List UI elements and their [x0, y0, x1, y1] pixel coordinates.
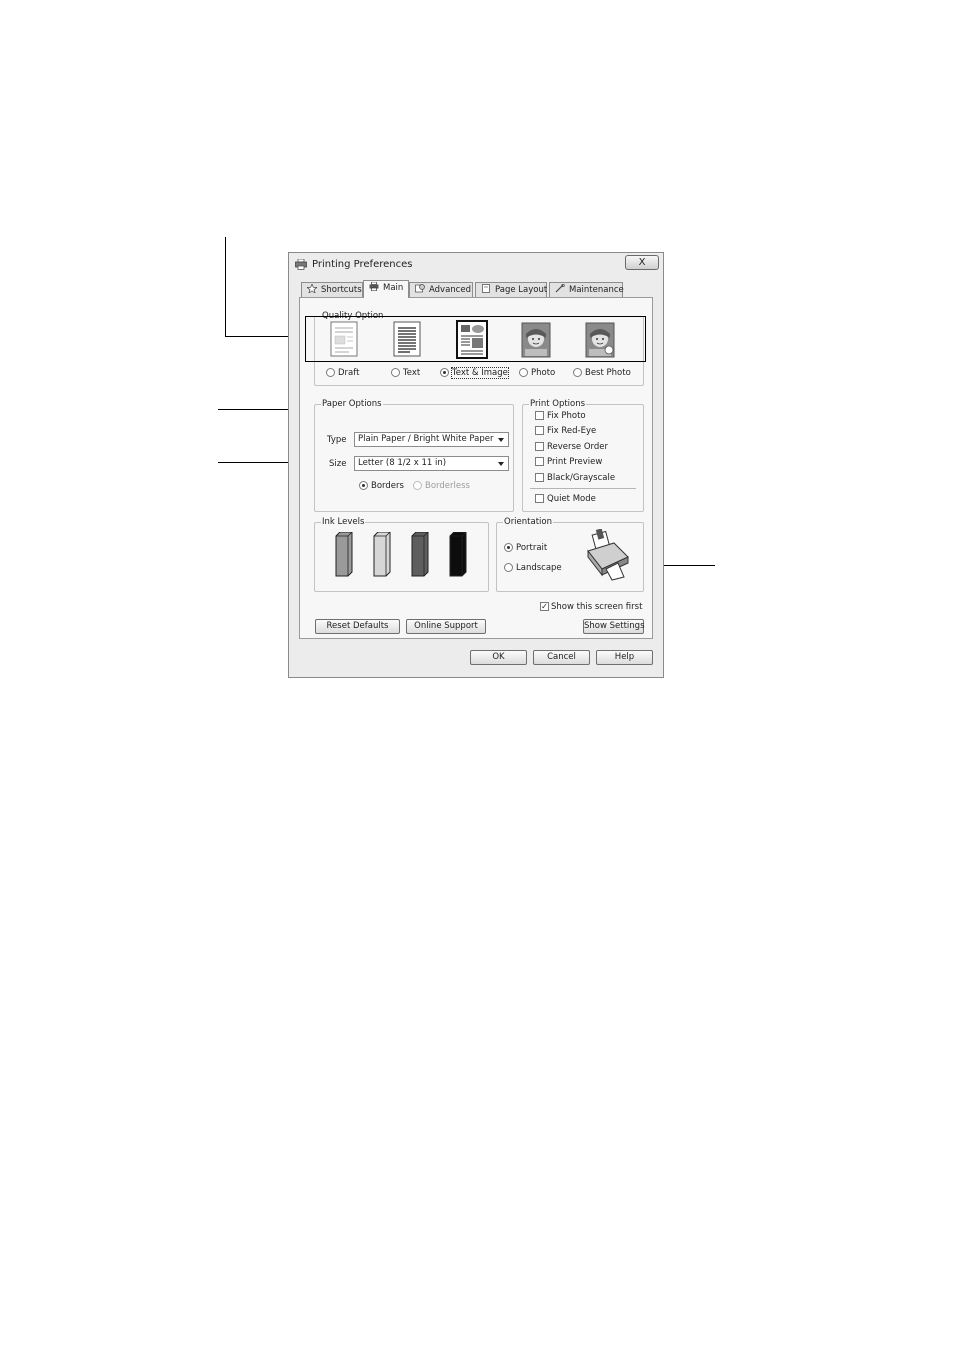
- checkbox-black-grayscale-label: Black/Grayscale: [547, 473, 616, 483]
- ink-cartridge: [449, 532, 467, 577]
- radio-text-label: Text: [403, 368, 421, 378]
- orientation-label: Orientation: [503, 517, 553, 527]
- ok-button[interactable]: OK: [470, 650, 527, 665]
- checkbox-print-preview-label: Print Preview: [547, 457, 603, 467]
- radio-landscape-label: Landscape: [516, 563, 562, 573]
- help-button[interactable]: Help: [596, 650, 653, 665]
- radio-borderless[interactable]: [413, 481, 422, 490]
- tab-advanced-label: Advanced: [429, 285, 471, 295]
- tab-maintenance[interactable]: Maintenance: [549, 282, 624, 297]
- checkbox-fix-red-eye-label: Fix Red-Eye: [547, 426, 597, 436]
- maintenance-icon: [555, 284, 565, 293]
- paper-size-select[interactable]: Letter (8 1/2 x 11 in): [354, 456, 509, 471]
- radio-photo-label: Photo: [531, 368, 556, 378]
- radio-best-photo[interactable]: [573, 368, 582, 377]
- close-button[interactable]: X: [625, 255, 659, 270]
- paper-type-value: Plain Paper / Bright White Paper: [358, 434, 494, 444]
- shortcuts-star-icon: [307, 284, 317, 293]
- printer-icon: [369, 282, 379, 291]
- radio-text-image[interactable]: [440, 368, 449, 377]
- ink-cartridge: [373, 532, 391, 577]
- radio-borders[interactable]: [359, 481, 368, 490]
- main-tab-panel: Quality Option Draft Text Text & Image P…: [299, 297, 653, 639]
- show-settings-button[interactable]: Show Settings: [583, 619, 645, 634]
- radio-draft[interactable]: [326, 368, 335, 377]
- callout-line-quality-vertical: [225, 237, 226, 337]
- page-layout-icon: [482, 284, 490, 293]
- checkbox-black-grayscale[interactable]: [535, 473, 544, 482]
- best-photo-quality-icon[interactable]: [585, 322, 615, 358]
- radio-draft-label: Draft: [338, 368, 360, 378]
- paper-type-label: Type: [327, 435, 347, 445]
- ink-cartridges: [335, 532, 467, 577]
- printer-title-icon: [295, 259, 307, 270]
- radio-borderless-label: Borderless: [425, 481, 470, 491]
- checkbox-quiet-mode[interactable]: [535, 494, 544, 503]
- radio-portrait-label: Portrait: [516, 543, 548, 553]
- ink-cartridge: [335, 532, 353, 577]
- ink-levels-label: Ink Levels: [321, 517, 366, 527]
- chevron-down-icon: [498, 438, 504, 442]
- radio-text[interactable]: [391, 368, 400, 377]
- checkbox-quiet-mode-label: Quiet Mode: [547, 494, 596, 504]
- online-support-button[interactable]: Online Support: [406, 619, 486, 634]
- printing-preferences-dialog: Printing Preferences X Shortcuts Main Ad…: [288, 252, 664, 678]
- printer-orientation-icon: [587, 529, 629, 581]
- checkbox-fix-red-eye[interactable]: [535, 426, 544, 435]
- radio-best-photo-label: Best Photo: [585, 368, 631, 378]
- tab-shortcuts-label: Shortcuts: [321, 285, 362, 295]
- radio-portrait[interactable]: [504, 543, 513, 552]
- photo-quality-icon[interactable]: [521, 322, 551, 358]
- draft-quality-icon[interactable]: [329, 321, 359, 357]
- radio-landscape[interactable]: [504, 563, 513, 572]
- checkbox-show-screen-first-label: Show this screen first: [551, 602, 643, 612]
- paper-size-value: Letter (8 1/2 x 11 in): [358, 458, 447, 468]
- tab-main[interactable]: Main: [363, 280, 409, 298]
- text-image-quality-icon[interactable]: [456, 320, 488, 359]
- paper-size-label: Size: [329, 459, 347, 469]
- tab-advanced[interactable]: Advanced: [409, 282, 473, 297]
- radio-text-image-label: Text & Image: [451, 367, 509, 379]
- tab-shortcuts[interactable]: Shortcuts: [301, 282, 363, 297]
- tab-page-layout[interactable]: Page Layout: [475, 282, 547, 297]
- text-quality-icon[interactable]: [392, 321, 422, 357]
- advanced-icon: [415, 284, 425, 293]
- tab-page-layout-label: Page Layout: [495, 285, 548, 295]
- radio-photo[interactable]: [519, 368, 528, 377]
- paper-type-select[interactable]: Plain Paper / Bright White Paper: [354, 432, 509, 447]
- tab-maintenance-label: Maintenance: [569, 285, 624, 295]
- print-options-divider: [530, 488, 636, 489]
- checkbox-show-screen-first[interactable]: ✓: [540, 602, 549, 611]
- cancel-button[interactable]: Cancel: [533, 650, 590, 665]
- ink-cartridge: [411, 532, 429, 577]
- reset-defaults-button[interactable]: Reset Defaults: [315, 619, 400, 634]
- tab-main-label: Main: [383, 283, 404, 293]
- print-options-label: Print Options: [529, 399, 587, 409]
- chevron-down-icon: [498, 462, 504, 466]
- checkbox-fix-photo[interactable]: [535, 411, 544, 420]
- checkbox-reverse-order[interactable]: [535, 442, 544, 451]
- checkbox-print-preview[interactable]: [535, 457, 544, 466]
- radio-borders-label: Borders: [371, 481, 404, 491]
- title-bar: Printing Preferences X: [289, 253, 663, 275]
- window-title: Printing Preferences: [312, 259, 413, 270]
- paper-options-label: Paper Options: [321, 399, 383, 409]
- checkbox-fix-photo-label: Fix Photo: [547, 411, 586, 421]
- checkbox-reverse-order-label: Reverse Order: [547, 442, 609, 452]
